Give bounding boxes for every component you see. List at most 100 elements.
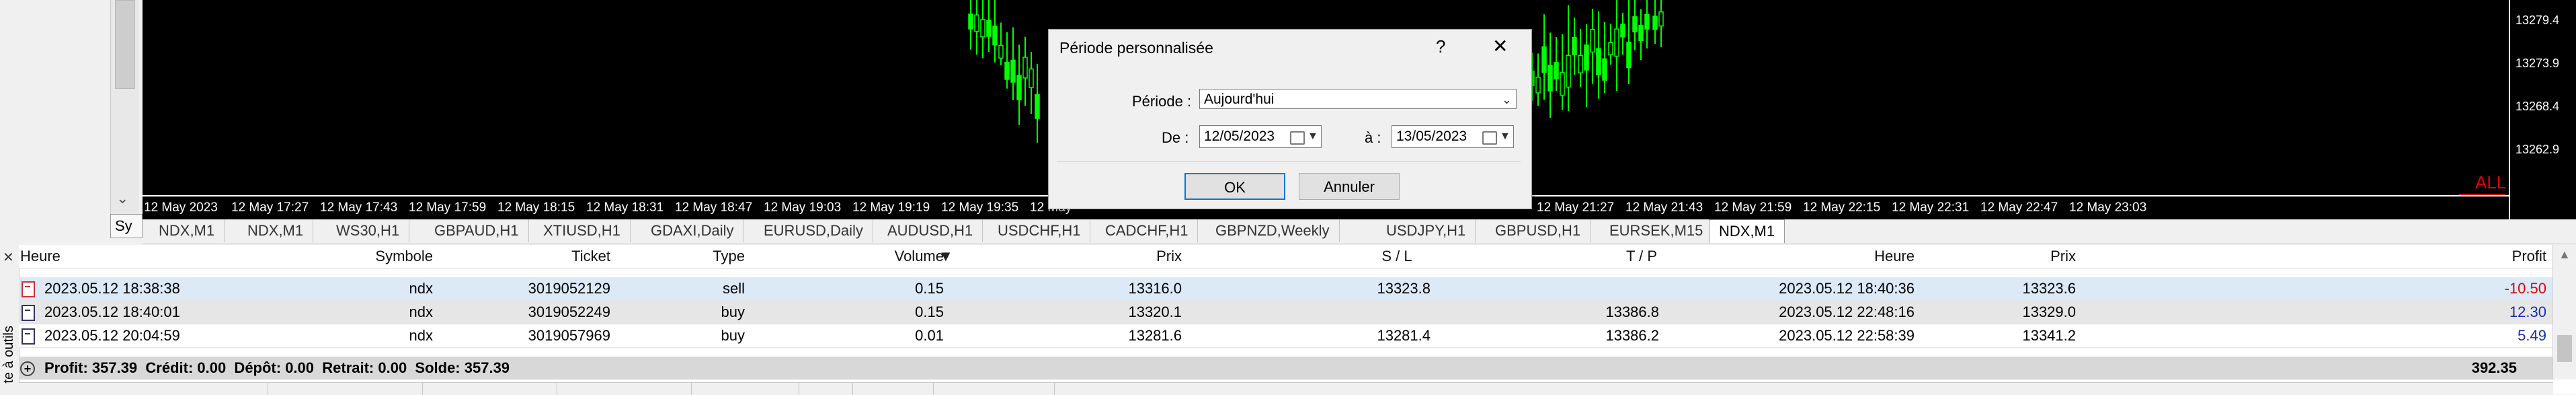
navigator-scrollbar[interactable]: ⌄ <box>110 0 139 214</box>
type-cell: sell <box>722 280 745 297</box>
time-tick-label: 12 May 17:43 <box>320 201 398 215</box>
candle-body <box>1638 25 1644 42</box>
candle-body <box>1626 42 1632 69</box>
price-tick-label: 13268.4 <box>2515 100 2560 113</box>
close-icon[interactable]: ✕ <box>3 249 14 266</box>
ticket-cell: 3019052129 <box>528 280 610 297</box>
chart-tab[interactable]: USDJPY,H1 <box>1377 219 1476 242</box>
chart-tab[interactable]: NDX,M1 <box>149 219 225 242</box>
chart-tab-active[interactable]: NDX,M1 <box>1709 219 1785 243</box>
chart-tab[interactable]: CADCHF,H1 <box>1096 219 1199 242</box>
column-header-price[interactable]: Prix <box>960 245 1182 268</box>
tab-divider <box>852 383 853 395</box>
to-date-field[interactable]: 13/05/2023 ▼ <box>1392 125 1514 148</box>
buy-order-icon <box>22 328 35 345</box>
calendar-icon[interactable] <box>1290 131 1305 145</box>
chart-tab[interactable]: NDX,M1 <box>238 219 314 242</box>
open-time-cell: 2023.05.12 18:40:01 <box>44 303 180 320</box>
from-date-value: 12/05/2023 <box>1204 129 1275 144</box>
from-label: De : <box>1162 129 1189 146</box>
summary-row[interactable]: + Profit: 357.39 Crédit: 0.00 Dépôt: 0.0… <box>19 357 2553 380</box>
scroll-down-icon[interactable]: ⌄ <box>116 190 128 207</box>
column-header-ticket[interactable]: Ticket <box>449 245 610 268</box>
time-tick-label: 12 May 17:59 <box>409 201 487 215</box>
scrollbar-thumb[interactable] <box>2557 335 2572 362</box>
sell-order-icon <box>22 281 35 297</box>
candle-body <box>986 20 992 37</box>
time-tick-label: 12 May 23:03 <box>2069 201 2147 215</box>
terminal-scrollbar[interactable]: ▲ <box>2552 245 2576 380</box>
expand-icon[interactable]: + <box>20 361 35 376</box>
column-header-volume[interactable]: Volume <box>758 245 944 268</box>
chevron-down-icon[interactable]: ▼ <box>1500 126 1511 147</box>
dialog-divider <box>1057 161 1521 162</box>
column-header-sl[interactable]: S / L <box>1296 245 1498 268</box>
candle-body <box>1566 55 1571 88</box>
tab-divider <box>422 383 423 395</box>
calendar-icon[interactable] <box>1482 131 1497 145</box>
chevron-down-icon[interactable]: ▼ <box>1307 126 1318 147</box>
column-header-close-time[interactable]: Heure <box>1646 245 1915 268</box>
ticket-cell: 3019057969 <box>528 327 610 344</box>
chart-tab[interactable]: EURSEK,M15 <box>1600 219 1714 242</box>
column-header-symbol[interactable]: Symbole <box>272 245 433 268</box>
terminal-panel: ✕ te à outils Heure Symbole Ticket Type … <box>0 245 2576 395</box>
cancel-button[interactable]: Annuler <box>1299 173 1400 200</box>
chart-tabs-bar: NDX,M1 NDX,M1 WS30,H1 GBPAUD,H1 XTIUSD,H… <box>143 219 2576 244</box>
time-tick-label: 12 May 19:19 <box>852 201 930 215</box>
chart-tab[interactable]: WS30,H1 <box>327 219 410 242</box>
candle-body <box>1560 72 1565 96</box>
chart-tab[interactable]: USDCHF,H1 <box>988 219 1091 242</box>
column-header-time[interactable]: Heure <box>20 245 61 268</box>
scroll-up-icon[interactable]: ▲ <box>2559 248 2571 262</box>
close-price-cell: 13329.0 <box>2022 303 2076 320</box>
symbols-tab[interactable]: Sy <box>110 214 143 238</box>
close-icon[interactable]: ✕ <box>1492 35 1508 57</box>
chart-tab[interactable]: AUDUSD,H1 <box>878 219 983 242</box>
candle-body <box>1004 62 1010 80</box>
tab-divider <box>1054 383 1055 395</box>
table-row[interactable]: 2023.05.12 18:40:01 ndx 3019052249 buy 0… <box>19 301 2553 324</box>
candle-body <box>1578 55 1583 73</box>
chart-tab[interactable]: GBPUSD,H1 <box>1486 219 1591 242</box>
candle-body <box>1584 44 1589 71</box>
profit-cell: 12.30 <box>2509 303 2546 320</box>
column-header-type[interactable]: Type <box>610 245 745 268</box>
chart-tab[interactable]: EURUSD,Daily <box>754 219 873 242</box>
profit-cell: -10.50 <box>2504 280 2546 297</box>
candle-body <box>1590 29 1595 53</box>
scrollbar-thumb[interactable] <box>115 0 135 89</box>
tab-divider <box>933 383 934 395</box>
time-tick-label: 12 May 22:47 <box>1980 201 2058 215</box>
column-header-profit[interactable]: Profit <box>2318 245 2546 268</box>
from-date-field[interactable]: 12/05/2023 ▼ <box>1199 125 1322 148</box>
chart-tab[interactable]: GBPAUD,H1 <box>425 219 529 242</box>
chart-tab[interactable]: GDAXI,Daily <box>641 219 744 242</box>
time-tick-label: 12 May 21:59 <box>1714 201 1792 215</box>
price-cell: 13316.0 <box>1128 280 1182 297</box>
time-tick-label: 12 May 19:35 <box>941 201 1019 215</box>
sort-desc-icon[interactable]: ▼ <box>938 245 953 268</box>
price-cell: 13281.6 <box>1128 327 1182 344</box>
candle-body <box>1608 42 1613 56</box>
candle-body <box>1572 36 1577 55</box>
sl-cell: 13323.8 <box>1377 280 1431 297</box>
candle-body <box>1016 75 1022 100</box>
help-icon[interactable]: ? <box>1436 36 1445 57</box>
period-select[interactable]: Aujourd'hui ⌄ <box>1199 89 1517 109</box>
table-row[interactable]: 2023.05.12 20:04:59 ndx 3019057969 buy 0… <box>19 324 2553 348</box>
column-header-close-price[interactable]: Prix <box>1915 245 2076 268</box>
candle-body <box>1632 16 1638 33</box>
candle-body <box>1620 24 1625 38</box>
candle-body <box>1652 15 1658 30</box>
price-axis <box>2509 0 2510 219</box>
chart-tab[interactable]: GBPNZD,Weekly <box>1206 219 1340 242</box>
symbol-cell: ndx <box>409 280 433 297</box>
price-tick-label: 13262.9 <box>2515 143 2560 156</box>
candle-body <box>1029 68 1034 88</box>
terminal-tabs-bar <box>19 382 2553 395</box>
chart-tab[interactable]: XTIUSD,H1 <box>534 219 631 242</box>
table-row[interactable]: 2023.05.12 18:38:38 ndx 3019052129 sell … <box>19 277 2553 301</box>
time-tick-label: 12 May 19:03 <box>764 201 842 215</box>
ok-button[interactable]: OK <box>1184 173 1285 200</box>
